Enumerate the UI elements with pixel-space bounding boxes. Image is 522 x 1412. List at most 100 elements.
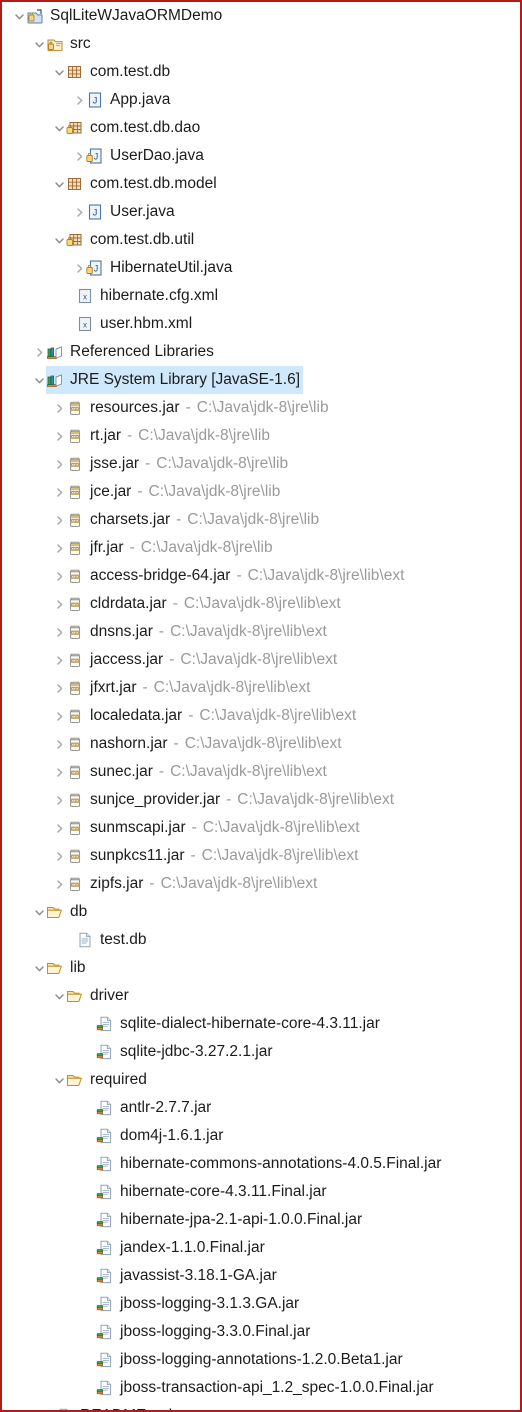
tree-row[interactable]: 010 zipfs.jar - C:\Java\jdk-8\jre\lib\ext <box>2 870 520 898</box>
tree-row-content[interactable]: 010 jaccess.jar - C:\Java\jdk-8\jre\lib\ext <box>66 646 340 674</box>
tree-row-content[interactable]: x hibernate.cfg.xml <box>76 282 221 310</box>
chevron-right-icon[interactable] <box>52 730 66 758</box>
chevron-right-icon[interactable] <box>52 478 66 506</box>
tree-row[interactable]: J App.java <box>2 86 520 114</box>
tree-row[interactable]: 010 jsse.jar - C:\Java\jdk-8\jre\lib <box>2 450 520 478</box>
chevron-right-icon[interactable] <box>72 198 86 226</box>
tree-row[interactable]: 010 cldrdata.jar - C:\Java\jdk-8\jre\lib\ex… <box>2 590 520 618</box>
tree-row[interactable]: com.test.db.dao <box>2 114 520 142</box>
chevron-right-icon[interactable] <box>52 646 66 674</box>
tree-row[interactable]: J User.java <box>2 198 520 226</box>
tree-row-content[interactable]: 010 sunjce_provider.jar - C:\Java\jdk-8\jre… <box>66 786 397 814</box>
tree-row-content[interactable]: required <box>66 1066 150 1094</box>
chevron-down-icon[interactable] <box>52 170 66 198</box>
chevron-down-icon[interactable] <box>52 58 66 86</box>
tree-row-content[interactable]: 010 localedata.jar - C:\Java\jdk-8\jre\lib\… <box>66 702 359 730</box>
tree-row[interactable]: test.db <box>2 926 520 954</box>
tree-row[interactable]: hibernate-jpa-2.1-api-1.0.0.Final.jar <box>2 1206 520 1234</box>
tree-row-content[interactable]: 010 cldrdata.jar - C:\Java\jdk-8\jre\lib\ex… <box>66 590 344 618</box>
tree-row[interactable]: jandex-1.1.0.Final.jar <box>2 1234 520 1262</box>
tree-row-content[interactable]: hibernate-commons-annotations-4.0.5.Fina… <box>96 1150 444 1178</box>
tree-row[interactable]: README.md <box>2 1402 520 1410</box>
tree-row-content[interactable]: README.md <box>56 1402 175 1410</box>
tree-row[interactable]: javassist-3.18.1-GA.jar <box>2 1262 520 1290</box>
tree-row-content[interactable]: 010 jfr.jar - C:\Java\jdk-8\jre\lib <box>66 534 276 562</box>
tree-row-content[interactable]: J UserDao.java <box>86 142 207 170</box>
project-tree[interactable]: SqlLiteWJavaORMDemo src com.test.db J App.ja… <box>2 2 520 1410</box>
chevron-down-icon[interactable] <box>52 1066 66 1094</box>
chevron-down-icon[interactable] <box>32 366 46 394</box>
tree-row-content[interactable]: jboss-logging-3.3.0.Final.jar <box>96 1318 313 1346</box>
chevron-right-icon[interactable] <box>32 338 46 366</box>
tree-row-content[interactable]: com.test.db.model <box>66 170 220 198</box>
tree-row[interactable]: JRE System Library [JavaSE-1.6] <box>2 366 520 394</box>
tree-row-content[interactable]: antlr-2.7.7.jar <box>96 1094 214 1122</box>
tree-row-content[interactable]: Referenced Libraries <box>46 338 217 366</box>
tree-row[interactable]: driver <box>2 982 520 1010</box>
tree-row-content[interactable]: javassist-3.18.1-GA.jar <box>96 1262 280 1290</box>
tree-row-content[interactable]: db <box>46 898 90 926</box>
tree-row-content[interactable]: com.test.db <box>66 58 173 86</box>
tree-row[interactable]: 010 rt.jar - C:\Java\jdk-8\jre\lib <box>2 422 520 450</box>
tree-row-content[interactable]: driver <box>66 982 132 1010</box>
tree-row[interactable]: 010 charsets.jar - C:\Java\jdk-8\jre\lib <box>2 506 520 534</box>
chevron-down-icon[interactable] <box>32 30 46 58</box>
chevron-down-icon[interactable] <box>52 982 66 1010</box>
chevron-right-icon[interactable] <box>52 870 66 898</box>
tree-row[interactable]: 010 jfxrt.jar - C:\Java\jdk-8\jre\lib\ext <box>2 674 520 702</box>
chevron-right-icon[interactable] <box>52 394 66 422</box>
tree-row[interactable]: hibernate-core-4.3.11.Final.jar <box>2 1178 520 1206</box>
tree-row[interactable]: sqlite-jdbc-3.27.2.1.jar <box>2 1038 520 1066</box>
tree-row-content[interactable]: 010 access-bridge-64.jar - C:\Java\jdk-8\jr… <box>66 562 407 590</box>
tree-row-content[interactable]: src <box>46 30 94 58</box>
tree-row-content[interactable]: jboss-logging-annotations-1.2.0.Beta1.ja… <box>96 1346 406 1374</box>
tree-row-content[interactable]: 010 jce.jar - C:\Java\jdk-8\jre\lib <box>66 478 283 506</box>
tree-row-content[interactable]: sqlite-dialect-hibernate-core-4.3.11.jar <box>96 1010 383 1038</box>
tree-row[interactable]: hibernate-commons-annotations-4.0.5.Fina… <box>2 1150 520 1178</box>
tree-row[interactable]: 010 jaccess.jar - C:\Java\jdk-8\jre\lib\ext <box>2 646 520 674</box>
chevron-right-icon[interactable] <box>52 758 66 786</box>
tree-row-content[interactable]: 010 sunec.jar - C:\Java\jdk-8\jre\lib\ext <box>66 758 330 786</box>
chevron-right-icon[interactable] <box>52 534 66 562</box>
tree-row-content[interactable]: SqlLiteWJavaORMDemo <box>26 2 225 30</box>
tree-row-content[interactable]: 010 sunpkcs11.jar - C:\Java\jdk-8\jre\lib\e… <box>66 842 361 870</box>
tree-row[interactable]: 010 jfr.jar - C:\Java\jdk-8\jre\lib <box>2 534 520 562</box>
tree-row-content[interactable]: dom4j-1.6.1.jar <box>96 1122 226 1150</box>
tree-row-content[interactable]: com.test.db.util <box>66 226 197 254</box>
tree-row-content[interactable]: jandex-1.1.0.Final.jar <box>96 1234 268 1262</box>
chevron-down-icon[interactable] <box>12 2 26 30</box>
tree-row[interactable]: jboss-transaction-api_1.2_spec-1.0.0.Fin… <box>2 1374 520 1402</box>
chevron-right-icon[interactable] <box>52 422 66 450</box>
tree-row[interactable]: 010 jce.jar - C:\Java\jdk-8\jre\lib <box>2 478 520 506</box>
tree-row[interactable]: 010 sunpkcs11.jar - C:\Java\jdk-8\jre\lib\e… <box>2 842 520 870</box>
tree-row[interactable]: 010 nashorn.jar - C:\Java\jdk-8\jre\lib\ext <box>2 730 520 758</box>
tree-row[interactable]: required <box>2 1066 520 1094</box>
tree-row[interactable]: 010 sunec.jar - C:\Java\jdk-8\jre\lib\ext <box>2 758 520 786</box>
tree-row[interactable]: lib <box>2 954 520 982</box>
chevron-down-icon[interactable] <box>52 114 66 142</box>
chevron-right-icon[interactable] <box>52 786 66 814</box>
tree-row[interactable]: jboss-logging-annotations-1.2.0.Beta1.ja… <box>2 1346 520 1374</box>
tree-row-content[interactable]: 010 zipfs.jar - C:\Java\jdk-8\jre\lib\ext <box>66 870 320 898</box>
chevron-right-icon[interactable] <box>52 618 66 646</box>
tree-row-content[interactable]: 010 rt.jar - C:\Java\jdk-8\jre\lib <box>66 422 273 450</box>
tree-row[interactable]: 010 dnsns.jar - C:\Java\jdk-8\jre\lib\ext <box>2 618 520 646</box>
tree-row[interactable]: jboss-logging-3.1.3.GA.jar <box>2 1290 520 1318</box>
tree-row-content[interactable]: jboss-logging-3.1.3.GA.jar <box>96 1290 302 1318</box>
tree-row-content[interactable]: com.test.db.dao <box>66 114 203 142</box>
tree-row[interactable]: com.test.db.util <box>2 226 520 254</box>
tree-row[interactable]: x user.hbm.xml <box>2 310 520 338</box>
tree-row-content[interactable]: 010 jsse.jar - C:\Java\jdk-8\jre\lib <box>66 450 291 478</box>
chevron-down-icon[interactable] <box>52 226 66 254</box>
tree-row[interactable]: J UserDao.java <box>2 142 520 170</box>
tree-row[interactable]: src <box>2 30 520 58</box>
tree-row-content[interactable]: lib <box>46 954 89 982</box>
tree-row-content[interactable]: 010 sunmscapi.jar - C:\Java\jdk-8\jre\lib\e… <box>66 814 363 842</box>
chevron-right-icon[interactable] <box>52 674 66 702</box>
tree-row[interactable]: 010 access-bridge-64.jar - C:\Java\jdk-8\jr… <box>2 562 520 590</box>
tree-row-content[interactable]: jboss-transaction-api_1.2_spec-1.0.0.Fin… <box>96 1374 437 1402</box>
tree-row-content[interactable]: J HibernateUtil.java <box>86 254 235 282</box>
tree-row[interactable]: J HibernateUtil.java <box>2 254 520 282</box>
tree-row-content[interactable]: 010 nashorn.jar - C:\Java\jdk-8\jre\lib\ext <box>66 730 345 758</box>
tree-row[interactable]: antlr-2.7.7.jar <box>2 1094 520 1122</box>
